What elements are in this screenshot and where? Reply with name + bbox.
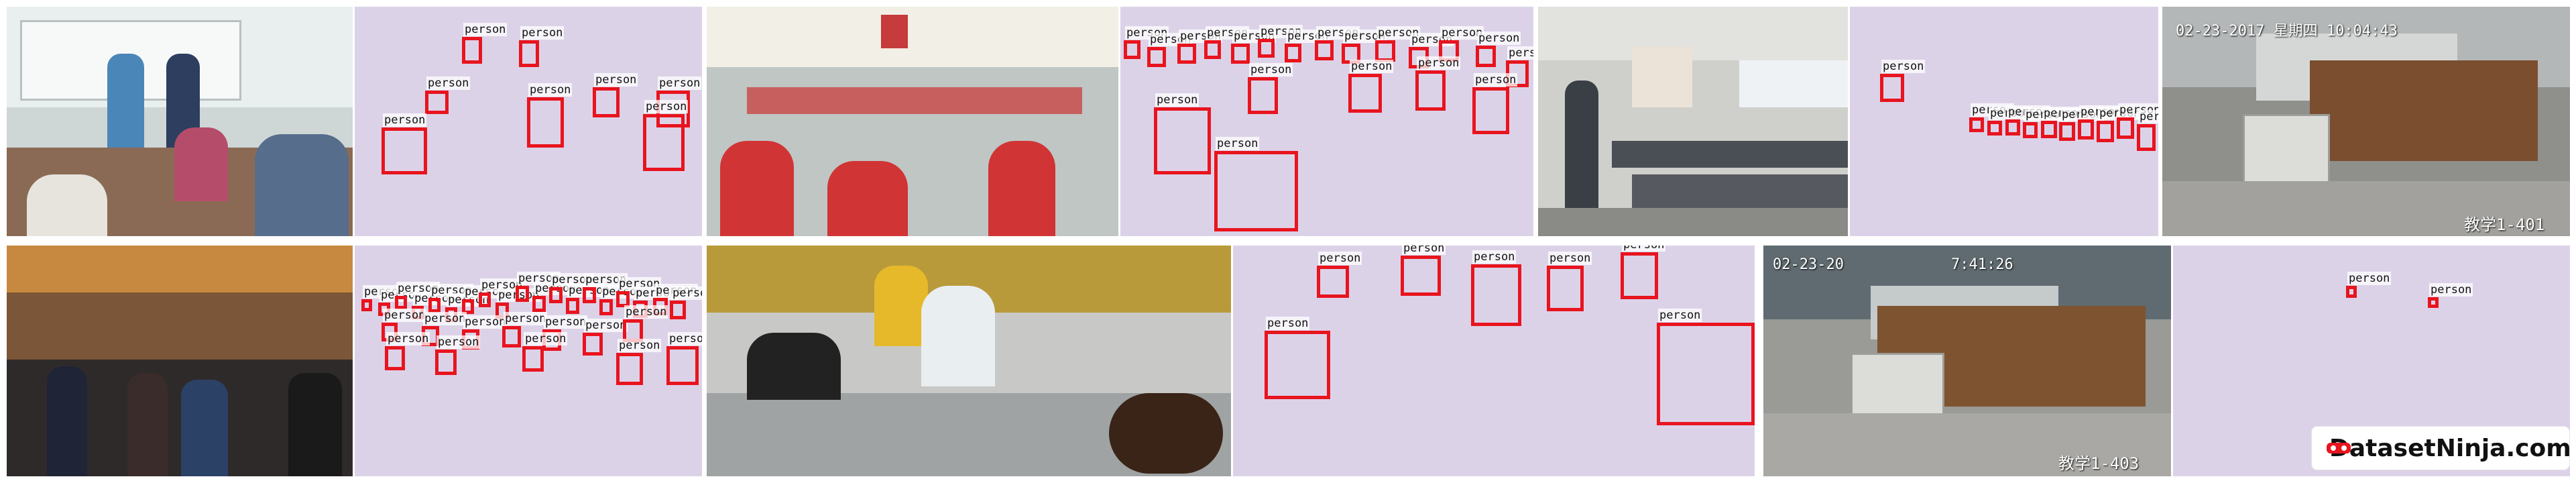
bbox-person: person <box>1348 60 1394 113</box>
bbox-person: person <box>2346 272 2392 298</box>
bbox-person: person <box>670 286 702 319</box>
bbox-person: person <box>2428 283 2473 308</box>
bbox-person: person <box>519 26 565 67</box>
bbox-person: person <box>1401 246 1446 296</box>
cctv-timestamp-401: 02-23-2017 星期四 10:04:43 <box>2176 23 2398 40</box>
bbox-person: person <box>1154 93 1211 174</box>
bbox-person: person <box>395 282 441 309</box>
cctv-timestamp-403-tail: 7:41:26 <box>1951 256 2013 273</box>
bbox-person: person <box>2041 107 2087 138</box>
bbox-person: person <box>1231 30 1277 64</box>
bbox-person: person <box>1375 26 1421 62</box>
cctv-caption-403: 教学1-403 <box>2058 454 2140 473</box>
photo-lecture-hall-1 <box>7 7 353 236</box>
bbox-person: person <box>1969 103 2015 132</box>
bbox-person: person <box>1415 56 1461 111</box>
bbox-person: person <box>1204 26 1250 59</box>
bbox-person: person <box>516 272 561 302</box>
photo-presentation-room <box>1538 7 1848 236</box>
bbox-person: person <box>1657 309 1755 425</box>
bbox-person: person <box>1621 246 1666 299</box>
cctv-timestamp-403: 02-23-20 <box>1773 256 1844 273</box>
bbox-person: person <box>666 332 702 385</box>
cctv-caption-401: 教学1-401 <box>2464 215 2545 234</box>
mask-sleeping-students: person person person person person perso… <box>1233 246 1755 476</box>
bbox-person: person <box>583 319 628 356</box>
photo-cctv-room-401: 02-23-2017 星期四 10:04:43 教学1-401 <box>2162 7 2570 236</box>
bbox-person: person <box>527 83 573 148</box>
bbox-person: person <box>502 312 548 347</box>
bbox-person: person <box>643 100 689 171</box>
bbox-person: person <box>462 23 508 64</box>
bbox-person: person <box>2023 108 2068 138</box>
bbox-person: person <box>1258 25 1303 58</box>
bbox-person: person <box>2097 107 2142 142</box>
bbox-person: person <box>1248 63 1293 114</box>
photo-group-audience <box>7 246 353 476</box>
bbox-person: person <box>1880 60 1926 102</box>
bbox-person: person <box>428 284 474 313</box>
bbox-person: person <box>1265 317 1330 399</box>
bbox-person: person <box>1315 26 1360 60</box>
bbox-person: person <box>382 113 427 174</box>
bbox-person: person <box>566 284 611 314</box>
mask-lecture-hall-1: person person person person person perso… <box>355 7 702 236</box>
bbox-person: person <box>522 332 568 372</box>
brand-name: DatasetNinja.com <box>2329 434 2571 462</box>
bbox-person: person <box>1285 30 1330 62</box>
bbox-person: person <box>2005 105 2051 136</box>
bbox-person: person <box>1472 73 1518 134</box>
bbox-person: person <box>1547 252 1592 311</box>
bbox-person: person <box>532 282 578 312</box>
photo-sleeping-students <box>707 246 1231 476</box>
brand-watermark: DatasetNinja.com <box>2312 427 2571 470</box>
mask-group-audience: person person person person person perso… <box>355 246 702 476</box>
bbox-person: person <box>1177 30 1223 64</box>
bbox-person: person <box>2078 105 2123 140</box>
bbox-person: person <box>2137 110 2158 151</box>
bbox-person: person <box>361 285 407 311</box>
photo-cctv-room-403: 02-23-20 7:41:26 教学1-403 <box>1763 246 2171 476</box>
bbox-person: person <box>1317 252 1362 298</box>
bbox-person: person <box>435 335 481 375</box>
bbox-person: person <box>583 273 628 303</box>
photo-classroom-uniforms <box>707 7 1118 236</box>
bbox-person: person <box>1476 32 1521 67</box>
bbox-person: person <box>593 73 638 117</box>
bbox-person: person <box>479 278 524 307</box>
mask-presentation-room: person person person person person perso… <box>1850 7 2158 236</box>
bbox-person: person <box>2059 108 2105 141</box>
bbox-person: person <box>616 339 662 385</box>
bbox-person: person <box>1471 250 1521 326</box>
bbox-person: person <box>599 285 645 315</box>
bbox-person: person <box>549 273 595 303</box>
bbox-person: person <box>2117 103 2158 139</box>
bbox-person: person <box>425 76 471 114</box>
bbox-person: person <box>385 332 430 370</box>
bbox-person: person <box>1124 26 1169 59</box>
bbox-person: person <box>1987 107 2033 136</box>
bbox-person: person <box>1214 137 1298 231</box>
bbox-person: person <box>1147 33 1193 67</box>
mask-classroom-uniforms: person person person person person perso… <box>1120 7 1533 236</box>
